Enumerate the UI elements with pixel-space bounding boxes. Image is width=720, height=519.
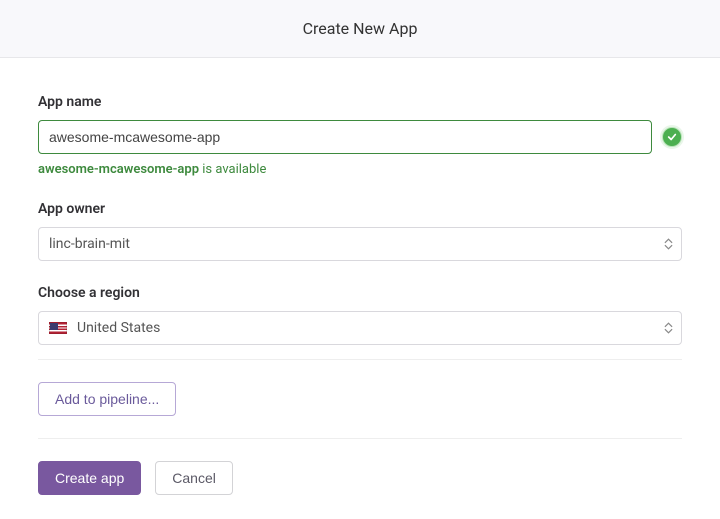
cancel-button[interactable]: Cancel (155, 461, 233, 495)
action-row: Create app Cancel (38, 461, 682, 495)
app-name-row (38, 120, 682, 154)
form-container: App name awesome-mcawesome-app is availa… (0, 58, 720, 515)
create-app-button[interactable]: Create app (38, 461, 141, 495)
availability-name: awesome-mcawesome-app (38, 162, 199, 177)
availability-suffix: is available (199, 162, 266, 177)
divider (38, 438, 682, 439)
divider (38, 359, 682, 360)
region-select[interactable]: United States (38, 311, 682, 345)
region-label: Choose a region (38, 285, 682, 301)
add-to-pipeline-button[interactable]: Add to pipeline... (38, 382, 176, 416)
app-owner-label: App owner (38, 201, 682, 217)
chevron-updown-icon (664, 238, 673, 250)
modal-header: Create New App (0, 0, 720, 58)
region-selected: United States (77, 320, 160, 336)
check-icon (662, 127, 682, 147)
app-name-input[interactable] (38, 120, 652, 154)
app-owner-select[interactable]: linc-brain-mit (38, 227, 682, 261)
us-flag-icon (49, 322, 67, 334)
app-name-label: App name (38, 94, 682, 110)
app-owner-group: App owner linc-brain-mit (38, 201, 682, 261)
region-group: Choose a region United States (38, 285, 682, 345)
page-title: Create New App (303, 19, 418, 38)
app-name-group: App name awesome-mcawesome-app is availa… (38, 94, 682, 177)
availability-message: awesome-mcawesome-app is available (38, 162, 682, 177)
app-owner-selected: linc-brain-mit (49, 236, 130, 252)
chevron-updown-icon (664, 322, 673, 334)
